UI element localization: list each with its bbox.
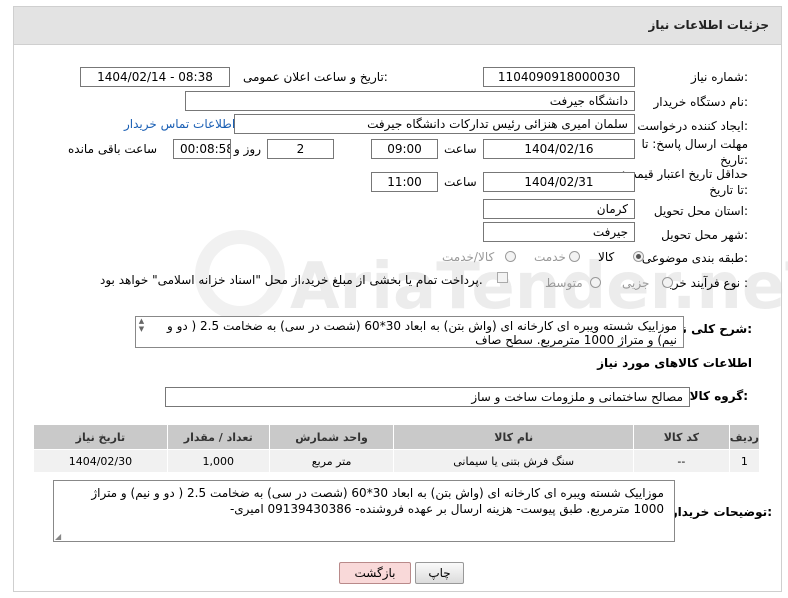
announce-label: تاریخ و ساعت اعلان عمومی: [243,70,388,84]
back-button[interactable]: بازگشت [339,562,411,584]
print-button[interactable]: چاپ [415,562,464,584]
buyer-notes-text: موزاییک شسته ویبره ای کارخانه ای (واش بت… [91,486,664,516]
category-radio-goods[interactable] [633,251,644,262]
col-code: کد کالا [632,424,730,450]
category-radio-service[interactable] [569,251,580,262]
process-option-medium: متوسط [545,276,583,290]
summary-textarea[interactable]: موزاییک شسته ویبره ای کارخانه ای (واش بت… [135,316,684,348]
group-label: گروه کالا: [689,389,748,403]
col-qty: تعداد / مقدار [166,424,270,450]
need-number-field: 1104090918000030 [483,67,635,87]
scroll-arrows-icon[interactable]: ▲ ▼ [136,317,147,333]
deadline-time-label: ساعت [444,142,477,156]
remaining-time-field: 00:08:58 [173,139,231,159]
page-title: جزئیات اطلاعات نیاز [648,18,769,32]
buyer-notes-label: توضیحات خریدار: [670,505,772,519]
goods-section-title: اطلاعات کالاهای مورد نیاز [597,356,752,370]
category-option-goods: کالا [598,250,615,264]
category-radio-both[interactable] [505,251,516,262]
buyer-notes-box[interactable]: موزاییک شسته ویبره ای کارخانه ای (واش بت… [53,480,675,542]
summary-text: موزاییک شسته ویبره ای کارخانه ای (واش بت… [166,319,677,347]
category-option-both: کالا/خدمت [442,250,495,264]
cell-unit: متر مربع [268,449,395,473]
contact-link[interactable]: اطلاعات تماس خریدار [124,117,235,131]
category-option-service: خدمت [534,250,566,264]
panel-header: جزئیات اطلاعات نیاز [14,7,781,45]
creator-label: ایجاد کننده درخواست: [637,119,748,133]
remaining-label: ساعت باقی مانده [68,142,158,156]
process-option-small: جزیی [622,276,650,290]
creator-field: سلمان امیری هنزائی رئیس تدارکات دانشگاه … [234,114,635,134]
validity-time-label: ساعت [444,175,477,189]
buyer-label: نام دستگاه خریدار: [653,95,749,109]
col-row: ردیف [728,424,761,450]
deadline-date-field: 1404/02/16 [483,139,635,159]
table-row: 1 -- سنگ فرش بتنی یا سیمانی متر مربع 1,0… [33,449,761,473]
deadline-time-field: 09:00 [371,139,438,159]
group-field: مصالح ساختمانی و ملزومات ساخت و ساز [165,387,690,407]
announce-field: 1404/02/14 - 08:38 [80,67,230,87]
col-unit: واحد شمارش [268,424,395,450]
days-field: 2 [267,139,334,159]
process-label: نوع فرآیند خرید : [663,276,748,290]
cell-code: -- [632,449,730,473]
payment-checkbox[interactable] [497,272,508,283]
validity-label: حداقل تاریخ اعتبار قیمت: تا تاریخ: [621,167,748,197]
deadline-label: مهلت ارسال پاسخ: تا تاریخ: [641,137,748,167]
province-field: کرمان [483,199,635,219]
province-label: استان محل تحویل: [653,204,748,218]
process-radio-small[interactable] [662,277,673,288]
days-label: روز و [234,142,261,156]
need-number-label: شماره نیاز: [690,70,748,84]
cell-row: 1 [728,449,761,473]
resize-grip-icon[interactable]: ◢ [55,532,61,541]
category-label: طبقه بندی موضوعی: [641,251,748,265]
cell-name: سنگ فرش بتنی یا سیمانی [393,449,634,473]
goods-table: ردیف کد کالا نام کالا واحد شمارش تعداد /… [33,424,761,473]
city-field: جیرفت [483,222,635,242]
col-name: نام کالا [393,424,634,450]
payment-note: پرداخت تمام یا بخشی از مبلغ خرید،از محل … [100,273,483,287]
validity-date-field: 1404/02/31 [483,172,635,192]
process-radio-medium[interactable] [590,277,601,288]
buyer-field: دانشگاه جیرفت [185,91,635,111]
col-date: تاریخ نیاز [33,424,168,450]
validity-time-field: 11:00 [371,172,438,192]
cell-date: 1404/02/30 [33,449,168,473]
city-label: شهر محل تحویل: [661,228,748,242]
cell-qty: 1,000 [166,449,270,473]
